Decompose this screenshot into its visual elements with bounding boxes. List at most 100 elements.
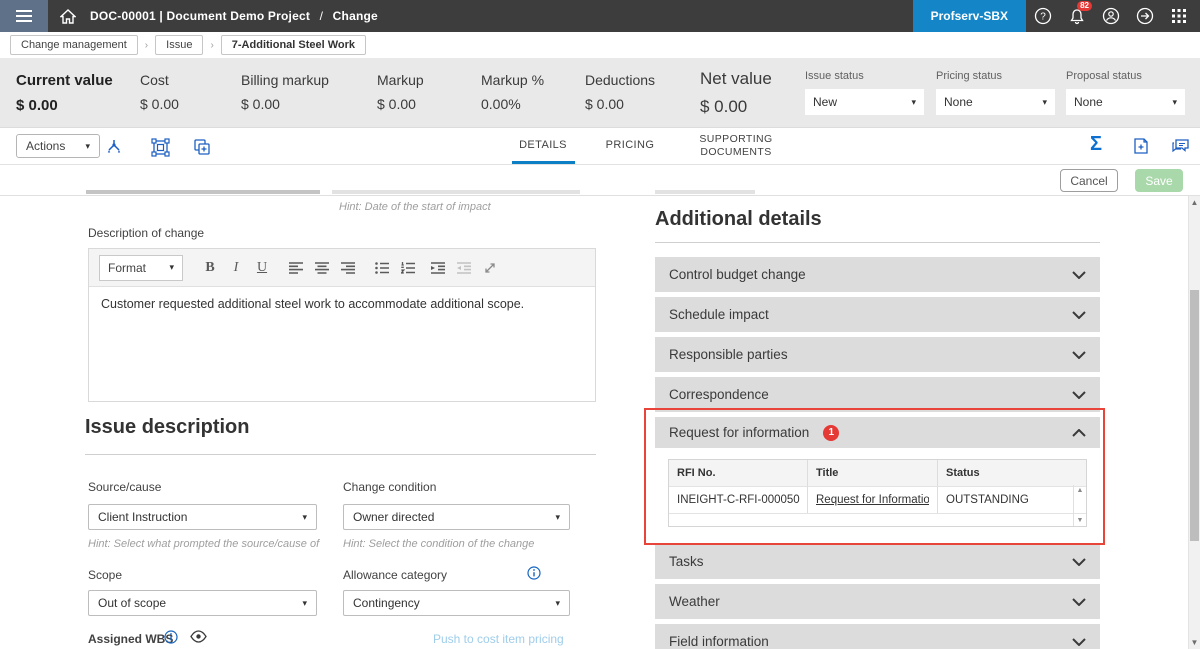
scroll-up-icon[interactable]: ▲ xyxy=(1077,487,1084,494)
duplicate-button[interactable] xyxy=(192,137,212,157)
chevron-down-icon xyxy=(1072,351,1086,359)
cancel-button[interactable]: Cancel xyxy=(1060,169,1118,192)
accordion-field-information[interactable]: Field information xyxy=(655,624,1100,649)
metric-cost: Cost $ 0.00 xyxy=(140,72,179,112)
align-right-icon xyxy=(341,262,355,274)
tab-pricing[interactable]: PRICING xyxy=(600,128,660,164)
scope-select[interactable]: Out of scope ▾ xyxy=(88,590,317,616)
decrease-indent-button[interactable] xyxy=(451,255,477,281)
scrollbar-thumb[interactable] xyxy=(1190,290,1199,541)
assigned-wbs-preview-button[interactable] xyxy=(190,630,207,643)
numbered-list-button[interactable] xyxy=(395,255,421,281)
notifications-button[interactable]: 82 xyxy=(1060,0,1094,32)
issue-status-select[interactable]: New ▾ xyxy=(805,89,924,115)
help-button[interactable]: ? xyxy=(1026,0,1060,32)
sign-out-button[interactable] xyxy=(1128,0,1162,32)
rfi-title-cell: Request for Information (RFI) - A xyxy=(808,486,938,513)
active-tab-indicator xyxy=(512,161,575,164)
accordion-control-budget-change[interactable]: Control budget change xyxy=(655,257,1100,292)
underline-button[interactable]: U xyxy=(249,255,275,281)
source-cause-select[interactable]: Client Instruction ▾ xyxy=(88,504,317,530)
chevron-down-icon xyxy=(1072,271,1086,279)
account-button[interactable] xyxy=(1094,0,1128,32)
bullet-list-icon xyxy=(375,262,389,274)
scroll-clipped-field-edge xyxy=(655,190,755,194)
rfi-table-scrollbar[interactable]: ▲ ▼ xyxy=(1073,485,1086,526)
page-title: DOC-00001 | Document Demo Project / Chan… xyxy=(90,9,378,23)
align-left-icon xyxy=(289,262,303,274)
scroll-up-icon[interactable]: ▲ xyxy=(1189,198,1200,207)
format-dropdown[interactable]: Format ▾ xyxy=(99,255,183,281)
description-text[interactable]: Customer requested additional steel work… xyxy=(89,287,595,321)
chevron-down-icon: ▾ xyxy=(169,262,174,273)
accordion-schedule-impact[interactable]: Schedule impact xyxy=(655,297,1100,332)
actions-menu-button[interactable]: Actions ▾ xyxy=(16,134,100,158)
add-document-button[interactable] xyxy=(1131,136,1151,156)
accordion-correspondence[interactable]: Correspondence xyxy=(655,377,1100,412)
assigned-wbs-info-button[interactable] xyxy=(164,630,178,644)
numbered-list-icon xyxy=(401,262,415,274)
bold-button[interactable]: B xyxy=(197,255,223,281)
allowance-info-button[interactable] xyxy=(527,566,541,580)
align-left-button[interactable] xyxy=(283,255,309,281)
totals-button[interactable]: Σ xyxy=(1090,133,1102,156)
select-markup-button[interactable] xyxy=(150,137,170,157)
breadcrumb-change-management[interactable]: Change management xyxy=(10,35,138,55)
save-button[interactable]: Save xyxy=(1135,169,1183,192)
home-button[interactable] xyxy=(60,9,76,24)
align-center-button[interactable] xyxy=(309,255,335,281)
change-condition-select[interactable]: Owner directed ▾ xyxy=(343,504,570,530)
title-separator: / xyxy=(320,9,324,23)
column-header-rfi-no: RFI No. xyxy=(669,460,808,486)
accordion-tasks[interactable]: Tasks xyxy=(655,544,1100,579)
push-to-cost-item-pricing-link[interactable]: Push to cost item pricing xyxy=(433,632,564,646)
hamburger-menu-button[interactable] xyxy=(0,0,48,32)
chevron-up-icon xyxy=(1072,429,1086,437)
workflow-button[interactable] xyxy=(104,137,124,157)
selection-box-icon xyxy=(151,138,170,157)
metric-net-value: Net value $ 0.00 xyxy=(700,69,772,117)
metric-billing-markup: Billing markup $ 0.00 xyxy=(241,72,329,112)
copy-add-icon xyxy=(193,138,211,156)
breadcrumb-current-item[interactable]: 7-Additional Steel Work xyxy=(221,35,366,55)
accordion-responsible-parties[interactable]: Responsible parties xyxy=(655,337,1100,372)
rfi-section-content: RFI No. Title Status INEIGHT-C-RFI-00005… xyxy=(655,448,1100,536)
tab-details[interactable]: DETAILS xyxy=(505,128,581,164)
rfi-table-empty-row xyxy=(669,513,1086,526)
environment-button[interactable]: Profserv-SBX xyxy=(913,0,1026,32)
increase-indent-button[interactable] xyxy=(425,255,451,281)
expand-editor-button[interactable] xyxy=(477,255,503,281)
align-right-button[interactable] xyxy=(335,255,361,281)
chevron-down-icon xyxy=(1072,391,1086,399)
comments-button[interactable] xyxy=(1170,136,1190,156)
editor-toolbar: Format ▾ B I U xyxy=(89,249,595,287)
info-icon xyxy=(164,630,178,644)
chevron-down-icon: ▾ xyxy=(85,141,90,152)
proposal-status-select[interactable]: None ▾ xyxy=(1066,89,1185,115)
accordion-request-for-information[interactable]: Request for information 1 xyxy=(655,417,1100,448)
breadcrumb-issue[interactable]: Issue xyxy=(155,35,203,55)
section-divider xyxy=(85,454,596,455)
allowance-category-select[interactable]: Contingency ▾ xyxy=(343,590,570,616)
page-scrollbar[interactable]: ▲ ▼ xyxy=(1188,196,1200,649)
tab-supporting-documents[interactable]: SUPPORTING DOCUMENTS xyxy=(686,128,786,164)
scroll-clipped-field-edge xyxy=(332,190,580,194)
description-rich-text-editor: Format ▾ B I U xyxy=(88,248,596,402)
scroll-down-icon[interactable]: ▼ xyxy=(1077,517,1084,524)
rfi-title-link[interactable]: Request for Information (RFI) - A xyxy=(816,494,929,506)
chevron-down-icon: ▾ xyxy=(1172,97,1177,108)
app-switcher-button[interactable] xyxy=(1162,0,1196,32)
italic-button[interactable]: I xyxy=(223,255,249,281)
change-condition-hint: Hint: Select the condition of the change xyxy=(343,538,534,550)
scroll-down-icon[interactable]: ▼ xyxy=(1189,638,1200,647)
accordion-weather[interactable]: Weather xyxy=(655,584,1100,619)
workflow-branch-icon xyxy=(105,138,123,156)
chevron-down-icon: ▾ xyxy=(555,512,560,523)
chevron-down-icon xyxy=(1072,311,1086,319)
pricing-status-select[interactable]: None ▾ xyxy=(936,89,1055,115)
chevron-down-icon: ▾ xyxy=(302,512,307,523)
breadcrumb: Change management › Issue › 7-Additional… xyxy=(0,32,1200,58)
top-app-bar: DOC-00001 | Document Demo Project / Chan… xyxy=(0,0,1200,32)
indent-increase-icon xyxy=(431,262,445,274)
bullet-list-button[interactable] xyxy=(369,255,395,281)
